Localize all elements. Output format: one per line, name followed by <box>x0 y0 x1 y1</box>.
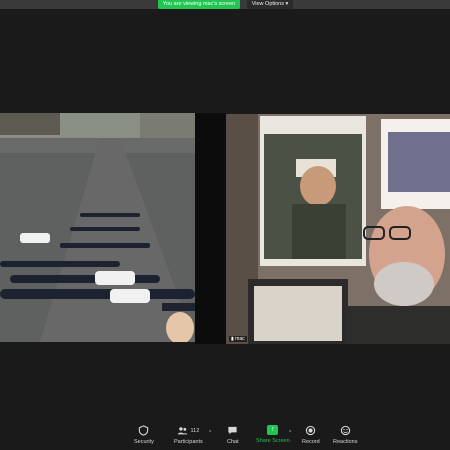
share-screen-chevron-up-icon[interactable]: ^ <box>289 430 291 436</box>
record-button[interactable]: Record <box>302 425 320 445</box>
security-button[interactable]: Security <box>134 425 154 445</box>
top-bar: You are viewing mac's screen View Option… <box>0 0 450 9</box>
shield-icon <box>139 425 149 436</box>
mic-muted-icon: ▮ <box>231 336 234 342</box>
meeting-toolbar: Security 112 Participants ^ Chat ↑ Share… <box>0 423 450 450</box>
view-options-label: View Options <box>251 1 284 7</box>
shared-screen-image <box>0 113 195 342</box>
street-photo-illustration <box>0 113 195 342</box>
participants-chevron-up-icon[interactable]: ^ <box>209 430 211 436</box>
chat-label: Chat <box>227 439 239 445</box>
chat-button[interactable]: Chat <box>227 425 239 445</box>
share-screen-button[interactable]: ↑ Share Screen <box>256 425 290 444</box>
share-screen-label: Share Screen <box>256 438 290 444</box>
participants-count: 112 <box>190 427 200 434</box>
participant-video-illustration <box>226 114 450 344</box>
participant-name-tag: ▮ mac <box>229 336 247 342</box>
security-label: Security <box>134 439 154 445</box>
viewing-screen-banner[interactable]: You are viewing mac's screen <box>158 0 240 9</box>
record-icon <box>306 425 316 436</box>
participants-label: Participants <box>174 439 203 445</box>
participants-button[interactable]: 112 Participants <box>174 425 203 445</box>
reactions-label: Reactions <box>333 439 358 445</box>
chevron-down-icon: ▾ <box>285 1 289 7</box>
record-label: Record <box>302 439 320 445</box>
view-options-button[interactable]: View Options ▾ <box>247 0 293 9</box>
share-screen-icon: ↑ <box>267 425 279 435</box>
tile-divider <box>195 113 226 344</box>
smiley-icon <box>340 425 350 436</box>
participant-name: mac <box>235 336 245 342</box>
chat-icon <box>228 426 237 435</box>
reactions-button[interactable]: Reactions <box>333 425 357 445</box>
participants-icon <box>178 427 188 435</box>
participant-video-mac: ▮ mac <box>226 114 450 344</box>
